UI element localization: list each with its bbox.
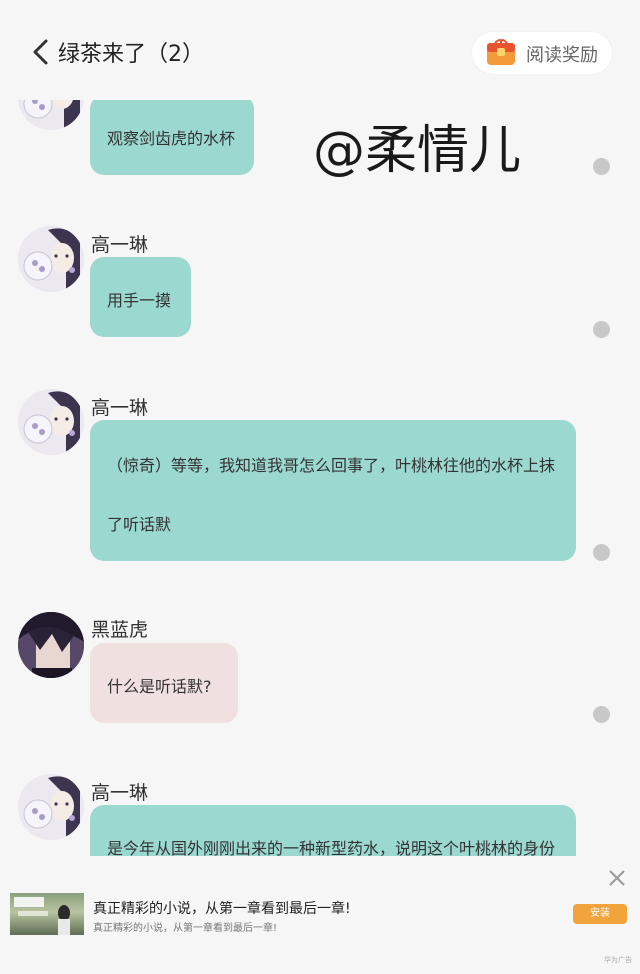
message-text: （惊奇）等等，我知道我哥怎么回事了，叶桃林往他的水杯上抹 — [107, 456, 556, 475]
avatar[interactable] — [18, 226, 84, 292]
ad-source-label: 华为广告 — [604, 956, 632, 964]
sender-name: 高一琳 — [91, 782, 149, 804]
message-bubble[interactable]: 观察剑齿虎的水杯 — [90, 95, 254, 175]
status-dot[interactable] — [593, 706, 610, 723]
ad-thumbnail[interactable] — [10, 893, 84, 935]
message-text: 了听话默 — [107, 515, 172, 534]
reward-label: 阅读奖励 — [526, 45, 598, 66]
top-bar: 绿茶来了（2） 阅读奖励 — [0, 0, 640, 100]
gift-box-icon — [486, 39, 516, 67]
status-dot[interactable] — [593, 544, 610, 561]
message-bubble[interactable]: 是今年从国外刚刚出来的一种新型药水，说明这个叶桃林的身份 — [90, 805, 576, 856]
sender-name: 高一琳 — [91, 397, 149, 419]
message-text: 观察剑齿虎的水杯 — [107, 129, 236, 148]
avatar[interactable] — [18, 774, 84, 840]
chat-area[interactable]: 观察剑齿虎的水杯 高一琳 用手一摸 高一琳 （惊奇）等等，我知道我哥怎么回事了，… — [0, 0, 640, 856]
close-icon[interactable] — [605, 866, 629, 890]
message-bubble[interactable]: 用手一摸 — [90, 257, 191, 337]
message-text: 是今年从国外刚刚出来的一种新型药水，说明这个叶桃林的身份 — [107, 839, 556, 856]
install-button[interactable]: 安装 — [573, 904, 627, 924]
message-bubble[interactable]: （惊奇）等等，我知道我哥怎么回事了，叶桃林往他的水杯上抹 了听话默 — [90, 420, 576, 561]
ad-subtitle[interactable]: 真正精彩的小说，从第一章看到最后一章! — [93, 919, 277, 934]
ad-title[interactable]: 真正精彩的小说，从第一章看到最后一章! — [93, 898, 351, 918]
reading-reward-button[interactable]: 阅读奖励 — [472, 32, 612, 74]
sender-name: 黑蓝虎 — [91, 619, 149, 641]
sender-name: 高一琳 — [91, 234, 149, 256]
watermark: @柔情儿 — [313, 121, 522, 181]
avatar[interactable] — [18, 612, 84, 678]
avatar[interactable] — [18, 389, 84, 455]
status-dot[interactable] — [593, 321, 610, 338]
status-dot[interactable] — [593, 158, 610, 175]
message-text: 什么是听话默? — [107, 677, 212, 696]
message-text: 用手一摸 — [107, 291, 172, 310]
page-title: 绿茶来了（2） — [58, 42, 204, 67]
message-bubble[interactable]: 什么是听话默? — [90, 643, 238, 723]
back-arrow-icon[interactable] — [30, 38, 54, 68]
